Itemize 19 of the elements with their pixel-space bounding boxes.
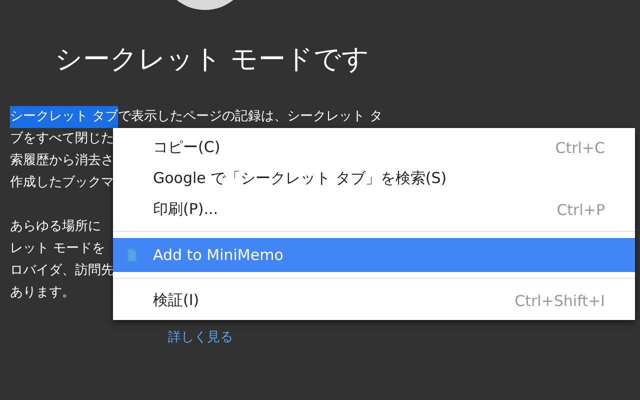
paragraph-line: レット モードを <box>10 240 106 258</box>
paragraph-line: 作成したブックマ <box>10 174 114 192</box>
menu-item[interactable]: コピー(C) Ctrl+C <box>113 132 635 163</box>
paragraph-line: ロバイダ、訪問先 <box>10 262 114 280</box>
paragraph-line: あります。 <box>10 284 75 302</box>
paragraph-line: あらゆる場所に <box>10 218 101 236</box>
paragraph-line: で表示したページの記録は、シークレット タ <box>118 108 382 126</box>
shortcut-text: Ctrl+Shift+I <box>514 292 605 310</box>
shortcut-text: Ctrl+P <box>556 200 605 218</box>
menu-item[interactable]: Add to MiniMemo <box>113 238 635 272</box>
shortcut-text: Ctrl+C <box>555 138 605 156</box>
menu-item[interactable]: 印刷(P)... Ctrl+P <box>113 194 635 225</box>
page-heading: シークレット モードです <box>55 43 371 77</box>
menu-item[interactable]: Google で「シークレット タブ」を検索(S) <box>113 163 635 194</box>
paragraph-line: ブをすべて閉じた <box>10 130 114 148</box>
menu-item[interactable]: 検証(I) Ctrl+Shift+I <box>113 285 635 316</box>
paragraph-line: 索履歴から消去さ <box>10 152 114 170</box>
learn-more-link[interactable]: 詳しく見る <box>168 328 233 346</box>
document-icon <box>127 248 137 262</box>
